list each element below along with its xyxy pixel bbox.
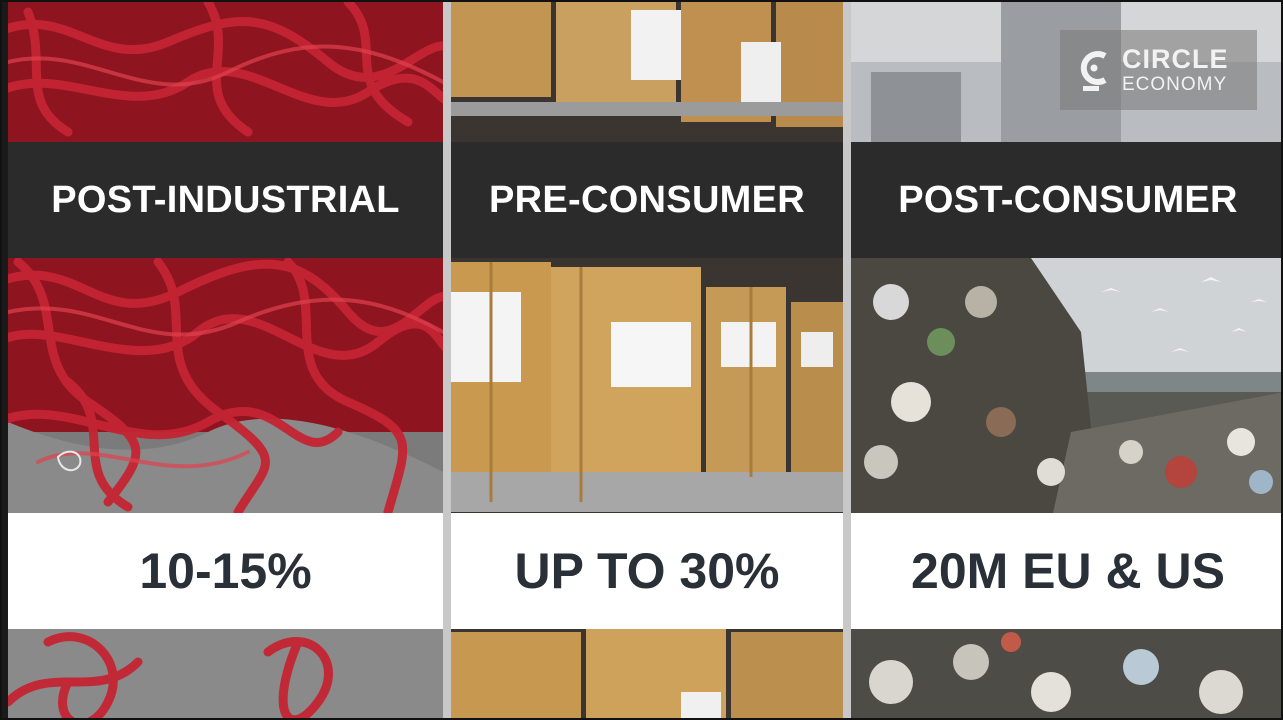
logo-line-1: CIRCLE — [1122, 44, 1229, 74]
panel-figure: 20M EU & US — [911, 543, 1225, 599]
panel-heading: POST-INDUSTRIAL — [51, 178, 400, 221]
circle-economy-logo-icon — [1080, 51, 1107, 91]
panel-heading: POST-CONSUMER — [898, 178, 1238, 221]
logo-line-2: ECONOMY — [1122, 74, 1228, 95]
panel-pre-consumer: PRE-CONSUMER UP TO 30% — [451, 2, 843, 718]
heading-band: POST-CONSUMER — [851, 142, 1281, 258]
panel-post-industrial: POST-INDUSTRIAL 10-15% — [8, 2, 443, 718]
heading-band: PRE-CONSUMER — [451, 142, 843, 258]
heading-band: POST-INDUSTRIAL — [8, 142, 443, 258]
panel-figure: UP TO 30% — [514, 543, 780, 599]
panel-divider — [443, 2, 451, 718]
figure-band: 10-15% — [8, 513, 443, 629]
figure-band: 20M EU & US — [851, 513, 1281, 629]
circle-economy-logo: CIRCLE ECONOMY — [1060, 30, 1257, 110]
panel-heading: PRE-CONSUMER — [488, 178, 806, 221]
panel-divider — [843, 2, 851, 718]
slide: POST-INDUSTRIAL 10-15% PRE-CONSUMER UP T… — [0, 0, 1283, 720]
figure-band: UP TO 30% — [451, 513, 843, 629]
panel-figure: 10-15% — [139, 543, 312, 599]
